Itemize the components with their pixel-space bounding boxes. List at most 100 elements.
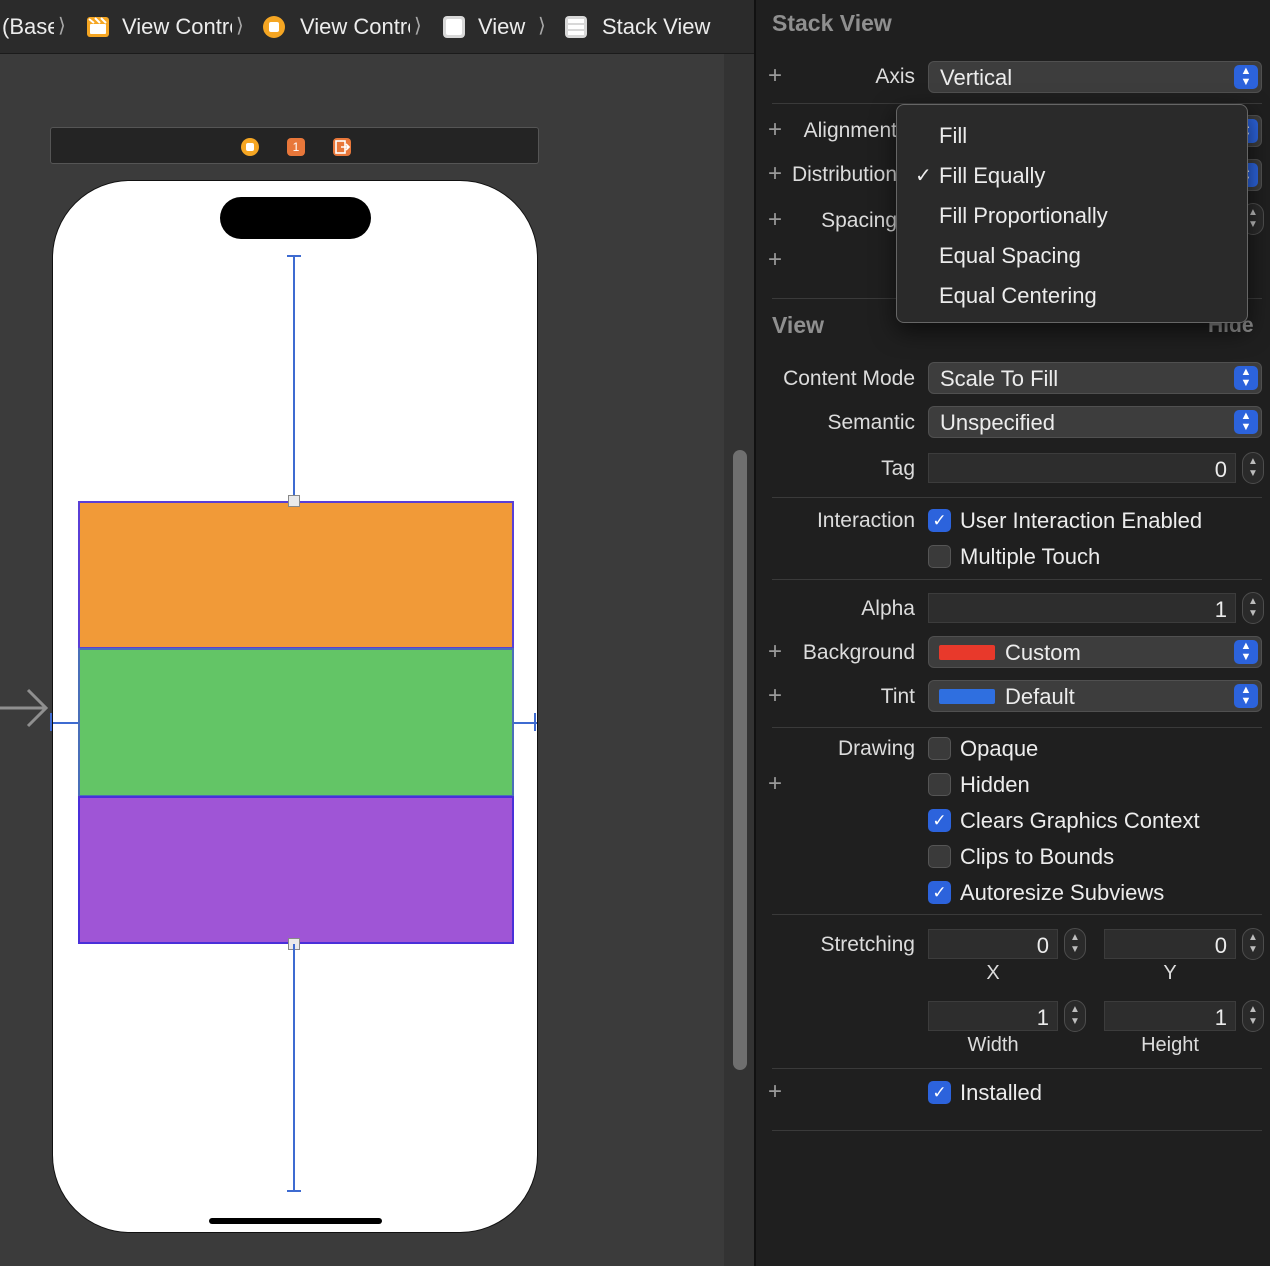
alpha-label: Alpha [861,597,915,620]
semantic-popup[interactable]: Unspecified ▲ ▼ [928,406,1262,438]
breadcrumb-item-stack-view[interactable]: Stack View [564,13,734,41]
stretch-y-stepper[interactable]: ▲ ▼ [1242,928,1264,960]
leading-constraint-line[interactable] [53,722,78,724]
stack-arranged-view-green[interactable] [78,648,514,797]
distribution-label: Distribution [791,163,897,186]
exit-arrow-icon [335,140,351,154]
breadcrumb-separator: ⟩ [538,15,546,37]
menu-item-equal-centering[interactable]: Equal Centering [939,283,1097,309]
menu-item-fill-proportionally[interactable]: Fill Proportionally [939,203,1108,229]
divider [772,914,1262,915]
add-variation-button[interactable]: + [768,246,782,274]
vertical-scrollbar[interactable] [733,450,747,1070]
updown-chevron-icon: ▲▼ [1234,65,1258,89]
divider [772,497,1262,498]
stretching-label: Stretching [820,933,915,956]
leading-constraint-cap [50,713,52,731]
view-section-title: View [772,312,824,338]
stretch-width-field[interactable]: 1 [928,1001,1058,1031]
clears-graphics-label: Clears Graphics Context [960,808,1200,833]
alpha-stepper[interactable]: ▲ ▼ [1242,592,1264,624]
stretch-width-stepper[interactable]: ▲ ▼ [1064,1000,1086,1032]
updown-chevron-icon: ▲▼ [1234,684,1258,708]
exit-icon[interactable] [333,138,351,156]
axis-label: Axis [875,65,915,88]
tag-stepper[interactable]: ▲ ▼ [1242,452,1264,484]
view-controller-icon [263,16,285,38]
breadcrumb-item-view[interactable]: View [442,13,532,41]
opaque-checkbox[interactable] [928,737,951,760]
add-variation-alignment-button[interactable]: + [768,116,782,144]
stack-view-icon [565,16,587,38]
bottom-constraint-cap [287,1190,301,1192]
checkmark-icon: ✓ [915,165,932,187]
distribution-dropdown-menu: Fill ✓ Fill Equally Fill Proportionally … [896,104,1248,323]
menu-item-fill-equally[interactable]: Fill Equally [939,163,1045,189]
stack-arranged-view-orange[interactable] [78,501,514,649]
stretch-y-label: Y [1163,962,1177,984]
stretch-x-field[interactable]: 0 [928,929,1058,959]
view-icon [443,16,465,38]
breadcrumb-item-scene[interactable]: View Controller Scene [86,13,232,41]
stack-arranged-view-purple[interactable] [78,796,514,944]
clips-to-bounds-checkbox[interactable] [928,845,951,868]
first-responder-icon[interactable]: 1 [287,138,305,156]
interaction-label: Interaction [816,509,915,532]
multiple-touch-checkbox[interactable] [928,545,951,568]
hidden-label: Hidden [960,772,1030,797]
trailing-constraint-cap [534,713,536,731]
drawing-label: Drawing [837,737,915,760]
add-variation-axis-button[interactable]: + [768,62,782,90]
breadcrumb-item-base[interactable]: (Base) [2,13,54,41]
axis-popup[interactable]: Vertical ▲ ▼ [928,61,1262,93]
updown-chevron-icon: ▲▼ [1234,410,1258,434]
menu-item-fill[interactable]: Fill [939,123,967,149]
autoresize-checkbox[interactable]: ✓ [928,881,951,904]
menu-item-equal-spacing[interactable]: Equal Spacing [939,243,1081,269]
breadcrumb: (Base) ⟩ View Controller Scene ⟩ View Co… [0,0,754,54]
add-variation-tint-button[interactable]: + [768,682,782,710]
alpha-field[interactable]: 1 [928,593,1236,623]
hidden-checkbox[interactable] [928,773,951,796]
tag-field[interactable]: 0 [928,453,1236,483]
stretch-x-label: X [986,962,1000,984]
bottom-constraint-line[interactable] [293,944,295,1192]
add-variation-distribution-button[interactable]: + [768,160,782,188]
top-constraint-line[interactable] [293,256,295,501]
background-color-swatch [939,645,995,660]
breadcrumb-separator: ⟩ [236,15,244,37]
divider [772,1068,1262,1069]
tint-color-popup[interactable]: Default ▲ ▼ [928,680,1262,712]
background-label: Background [802,641,915,664]
semantic-label: Semantic [827,411,915,434]
breadcrumb-item-view-controller[interactable]: View Controller [262,13,410,41]
tint-color-swatch [939,689,995,704]
clips-to-bounds-label: Clips to Bounds [960,844,1115,869]
entry-point-arrow-icon[interactable] [0,688,50,728]
view-controller-icon[interactable] [241,138,259,156]
installed-checkbox[interactable]: ✓ [928,1081,951,1104]
user-interaction-checkbox[interactable]: ✓ [928,509,951,532]
add-variation-hidden-button[interactable]: + [768,770,782,798]
scene-icon [87,17,109,37]
stack-view-section-title: Stack View [772,10,892,36]
divider [772,727,1262,728]
content-mode-popup[interactable]: Scale To Fill ▲ ▼ [928,362,1262,394]
add-variation-background-button[interactable]: + [768,638,782,666]
stretch-y-field[interactable]: 0 [1104,929,1236,959]
add-variation-installed-button[interactable]: + [768,1078,782,1106]
top-constraint-cap [287,255,301,257]
divider [772,579,1262,580]
background-color-popup[interactable]: Custom ▲ ▼ [928,636,1262,668]
clears-graphics-checkbox[interactable]: ✓ [928,809,951,832]
resize-handle-top[interactable] [288,495,300,507]
storyboard-canvas[interactable]: (Base) ⟩ View Controller Scene ⟩ View Co… [0,0,754,1266]
iphone-frame [52,180,538,1233]
stretch-x-stepper[interactable]: ▲ ▼ [1064,928,1086,960]
breadcrumb-separator: ⟩ [58,15,66,37]
stretch-height-field[interactable]: 1 [1104,1001,1236,1031]
add-variation-spacing-button[interactable]: + [768,206,782,234]
stretch-height-stepper[interactable]: ▲ ▼ [1242,1000,1264,1032]
updown-chevron-icon: ▲▼ [1234,366,1258,390]
tag-label: Tag [881,457,915,480]
